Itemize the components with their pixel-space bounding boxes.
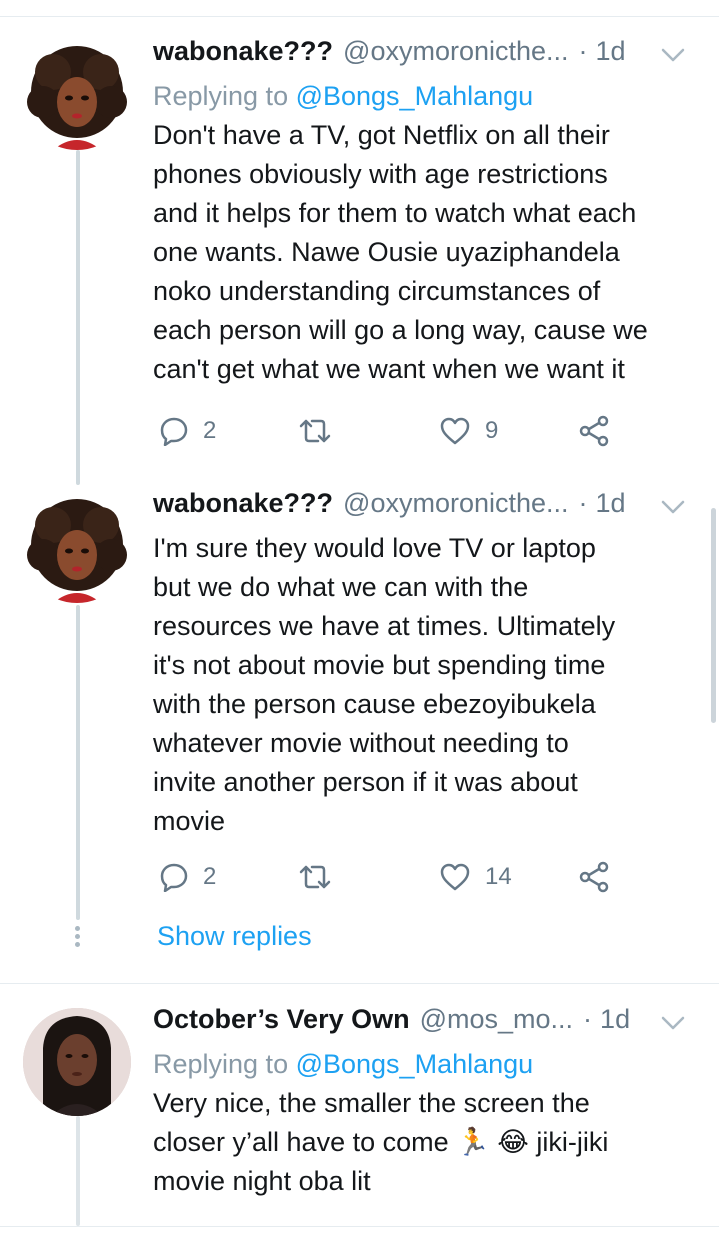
avatar[interactable] (23, 42, 131, 150)
divider (0, 983, 719, 984)
user-handle[interactable]: @oxymoronicthe... (343, 36, 569, 67)
chevron-down-icon[interactable] (659, 496, 687, 518)
separator-dot: · (583, 1004, 593, 1034)
scrollbar[interactable] (711, 508, 716, 723)
share-icon (579, 415, 609, 447)
retweet-icon (299, 419, 331, 443)
thread-line (76, 605, 80, 920)
share-button[interactable] (578, 411, 610, 451)
avatar[interactable] (23, 1008, 131, 1116)
like-count: 14 (485, 863, 512, 890)
replying-prefix: Replying to (153, 1049, 296, 1079)
display-name[interactable]: wabonake??? (153, 488, 333, 519)
like-icon (440, 863, 470, 891)
laughing-emoji: 😂 (497, 1127, 529, 1157)
reply-icon (160, 863, 188, 892)
share-button[interactable] (578, 857, 610, 897)
replying-to: Replying to @Bongs_Mahlangu (153, 1044, 703, 1084)
retweet-button[interactable] (297, 411, 347, 451)
show-replies-link[interactable]: Show replies (157, 921, 312, 952)
like-button[interactable]: 9 (439, 411, 498, 451)
thread-line (76, 1116, 80, 1226)
reply-button[interactable]: 2 (159, 411, 216, 451)
retweet-button[interactable] (297, 857, 347, 897)
share-icon (579, 861, 609, 893)
tweet-text: I'm sure they would love TV or laptop bu… (153, 533, 616, 836)
tweet-actions: 2 14 (153, 857, 623, 897)
tweet[interactable]: wabonake??? @oxymoronicthe... · 1d Reply… (153, 36, 703, 389)
reply-icon (160, 417, 188, 446)
reply-button[interactable]: 2 (159, 857, 216, 897)
replying-prefix: Replying to (153, 81, 296, 111)
tweet-header: wabonake??? @oxymoronicthe... · 1d (153, 36, 703, 76)
tweet[interactable]: October’s Very Own @mos_mo... · 1d Reply… (153, 1004, 703, 1201)
avatar[interactable] (23, 495, 131, 603)
tweet[interactable]: wabonake??? @oxymoronicthe... · 1d I'm s… (153, 488, 703, 841)
display-name[interactable]: wabonake??? (153, 36, 333, 67)
separator-dot: · (578, 36, 588, 66)
like-count: 9 (485, 417, 499, 444)
reply-count: 2 (203, 863, 217, 890)
retweet-icon (299, 865, 331, 889)
like-icon (440, 417, 470, 445)
tweet-actions: 2 9 (153, 411, 623, 451)
thread-line (76, 150, 80, 485)
chevron-down-icon[interactable] (659, 44, 687, 66)
mention-link[interactable]: @Bongs_Mahlangu (296, 1049, 534, 1079)
tweet-text: Don't have a TV, got Netflix on all thei… (153, 120, 648, 384)
timestamp[interactable]: 1d (600, 1004, 630, 1035)
tweet-text: Very nice, the smaller the screen the cl… (153, 1084, 703, 1201)
user-handle[interactable]: @oxymoronicthe... (343, 488, 569, 519)
like-button[interactable]: 14 (439, 857, 512, 897)
timestamp[interactable]: 1d (596, 488, 626, 519)
timestamp[interactable]: 1d (596, 36, 626, 67)
user-handle[interactable]: @mos_mo... (420, 1004, 573, 1035)
more-dots-icon (75, 926, 81, 948)
chevron-down-icon[interactable] (659, 1012, 687, 1034)
top-divider (0, 16, 719, 17)
separator-dot: · (578, 488, 588, 518)
display-name[interactable]: October’s Very Own (153, 1004, 410, 1035)
mention-link[interactable]: @Bongs_Mahlangu (296, 81, 534, 111)
tweet-header: October’s Very Own @mos_mo... · 1d (153, 1004, 703, 1044)
running-emoji: 🏃 (456, 1127, 490, 1157)
divider (0, 1226, 719, 1227)
replying-to: Replying to @Bongs_Mahlangu (153, 76, 703, 116)
reply-count: 2 (203, 417, 217, 444)
tweet-header: wabonake??? @oxymoronicthe... · 1d (153, 488, 703, 528)
